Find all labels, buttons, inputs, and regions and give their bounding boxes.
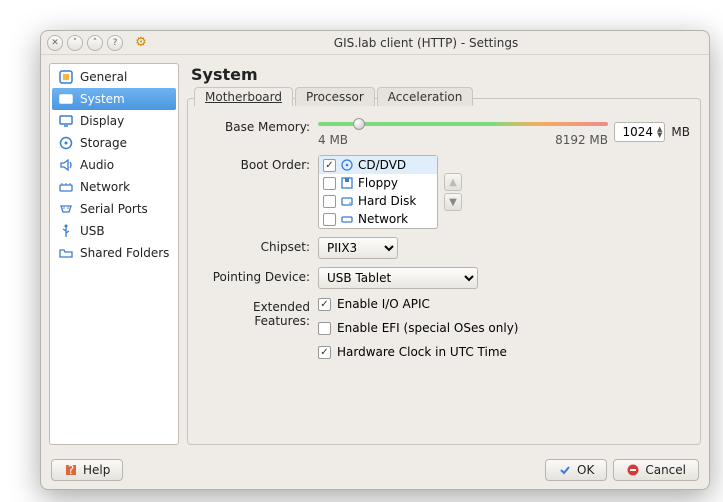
content-pane: System Motherboard Processor Acceleratio… xyxy=(187,63,701,445)
category-sidebar: General System Display Storage Audio xyxy=(49,63,179,445)
sidebar-item-usb[interactable]: USB xyxy=(52,220,176,242)
cd-icon xyxy=(340,158,354,172)
efi-label: Enable EFI (special OSes only) xyxy=(337,321,518,335)
storage-icon xyxy=(58,135,74,151)
ok-label: OK xyxy=(577,463,594,477)
page-title: System xyxy=(191,65,701,84)
close-window-button[interactable]: ✕ xyxy=(47,35,63,51)
boot-checkbox[interactable] xyxy=(323,213,336,226)
memory-spinbox[interactable]: ▲▼ xyxy=(614,122,665,142)
sidebar-item-label: General xyxy=(80,70,127,84)
sidebar-item-label: Shared Folders xyxy=(80,246,169,260)
memory-input[interactable] xyxy=(617,124,655,140)
memory-min-label: 4 MB xyxy=(318,133,348,147)
memory-max-label: 8192 MB xyxy=(555,133,608,147)
harddisk-icon xyxy=(340,194,354,208)
check-icon xyxy=(558,463,572,477)
boot-checkbox[interactable] xyxy=(323,159,336,172)
boot-checkbox[interactable] xyxy=(323,195,336,208)
sidebar-item-system[interactable]: System xyxy=(52,88,176,110)
audio-icon xyxy=(58,157,74,173)
sidebar-item-serial-ports[interactable]: Serial Ports xyxy=(52,198,176,220)
boot-item-network[interactable]: Network xyxy=(319,210,437,228)
svg-text:?: ? xyxy=(68,463,74,477)
sidebar-item-display[interactable]: Display xyxy=(52,110,176,132)
spin-down-icon[interactable]: ▼ xyxy=(657,132,662,138)
system-groupbox: Motherboard Processor Acceleration Base … xyxy=(187,98,701,445)
help-label: Help xyxy=(83,463,110,477)
io-apic-checkbox[interactable] xyxy=(318,298,331,311)
sidebar-item-label: Serial Ports xyxy=(80,202,148,216)
sidebar-item-label: Network xyxy=(80,180,130,194)
folder-icon xyxy=(58,245,74,261)
boot-move-down-button[interactable]: ▼ xyxy=(444,193,462,211)
serial-icon xyxy=(58,201,74,217)
tab-motherboard[interactable]: Motherboard xyxy=(194,87,293,106)
dialog-footer: ? Help OK Cancel xyxy=(41,453,709,489)
help-button[interactable]: ? Help xyxy=(51,459,123,481)
cancel-button[interactable]: Cancel xyxy=(613,459,699,481)
titlebar: ✕ ˅ ˄ ? ⚙ GIS.lab client (HTTP) - Settin… xyxy=(41,31,709,55)
sidebar-item-audio[interactable]: Audio xyxy=(52,154,176,176)
ok-button[interactable]: OK xyxy=(545,459,607,481)
memory-slider[interactable] xyxy=(318,117,608,131)
extended-label: Extended Features: xyxy=(198,297,318,328)
sidebar-item-network[interactable]: Network xyxy=(52,176,176,198)
cancel-label: Cancel xyxy=(645,463,686,477)
boot-item-label: Hard Disk xyxy=(358,194,416,208)
boot-item-label: Network xyxy=(358,212,408,226)
sidebar-item-label: System xyxy=(80,92,125,106)
context-window-button[interactable]: ? xyxy=(107,35,123,51)
tab-acceleration[interactable]: Acceleration xyxy=(377,87,474,106)
sidebar-item-label: Audio xyxy=(80,158,114,172)
floppy-icon xyxy=(340,176,354,190)
tab-processor[interactable]: Processor xyxy=(295,87,375,106)
pointing-combo[interactable]: USB Tablet xyxy=(318,267,478,289)
usb-icon xyxy=(58,223,74,239)
sidebar-item-storage[interactable]: Storage xyxy=(52,132,176,154)
sidebar-item-general[interactable]: General xyxy=(52,66,176,88)
minimize-window-button[interactable]: ˅ xyxy=(67,35,83,51)
boot-item-floppy[interactable]: Floppy xyxy=(319,174,437,192)
display-icon xyxy=(58,113,74,129)
settings-window: ✕ ˅ ˄ ? ⚙ GIS.lab client (HTTP) - Settin… xyxy=(40,30,710,490)
boot-item-cddvd[interactable]: CD/DVD xyxy=(319,156,437,174)
memory-unit: MB xyxy=(671,125,690,139)
boot-item-label: Floppy xyxy=(358,176,398,190)
boot-item-harddisk[interactable]: Hard Disk xyxy=(319,192,437,210)
efi-checkbox[interactable] xyxy=(318,322,331,335)
chipset-label: Chipset: xyxy=(198,237,318,254)
system-icon xyxy=(58,91,74,107)
pointing-label: Pointing Device: xyxy=(198,267,318,284)
network-icon xyxy=(58,179,74,195)
utc-checkbox[interactable] xyxy=(318,346,331,359)
net-icon xyxy=(340,212,354,226)
cancel-icon xyxy=(626,463,640,477)
help-icon: ? xyxy=(64,463,78,477)
app-icon: ⚙ xyxy=(133,35,149,51)
sidebar-item-label: Display xyxy=(80,114,124,128)
sidebar-item-label: USB xyxy=(80,224,105,238)
boot-move-up-button[interactable]: ▲ xyxy=(444,173,462,191)
maximize-window-button[interactable]: ˄ xyxy=(87,35,103,51)
boot-checkbox[interactable] xyxy=(323,177,336,190)
window-title: GIS.lab client (HTTP) - Settings xyxy=(149,36,703,50)
base-memory-label: Base Memory: xyxy=(198,117,318,134)
chipset-combo[interactable]: PIIX3 xyxy=(318,237,398,259)
tab-bar: Motherboard Processor Acceleration xyxy=(194,87,475,106)
boot-order-label: Boot Order: xyxy=(198,155,318,172)
general-icon xyxy=(58,69,74,85)
boot-item-label: CD/DVD xyxy=(358,158,406,172)
boot-order-list[interactable]: CD/DVD Floppy Hard D xyxy=(318,155,438,229)
sidebar-item-shared-folders[interactable]: Shared Folders xyxy=(52,242,176,264)
sidebar-item-label: Storage xyxy=(80,136,127,150)
utc-label: Hardware Clock in UTC Time xyxy=(337,345,507,359)
io-apic-label: Enable I/O APIC xyxy=(337,297,430,311)
